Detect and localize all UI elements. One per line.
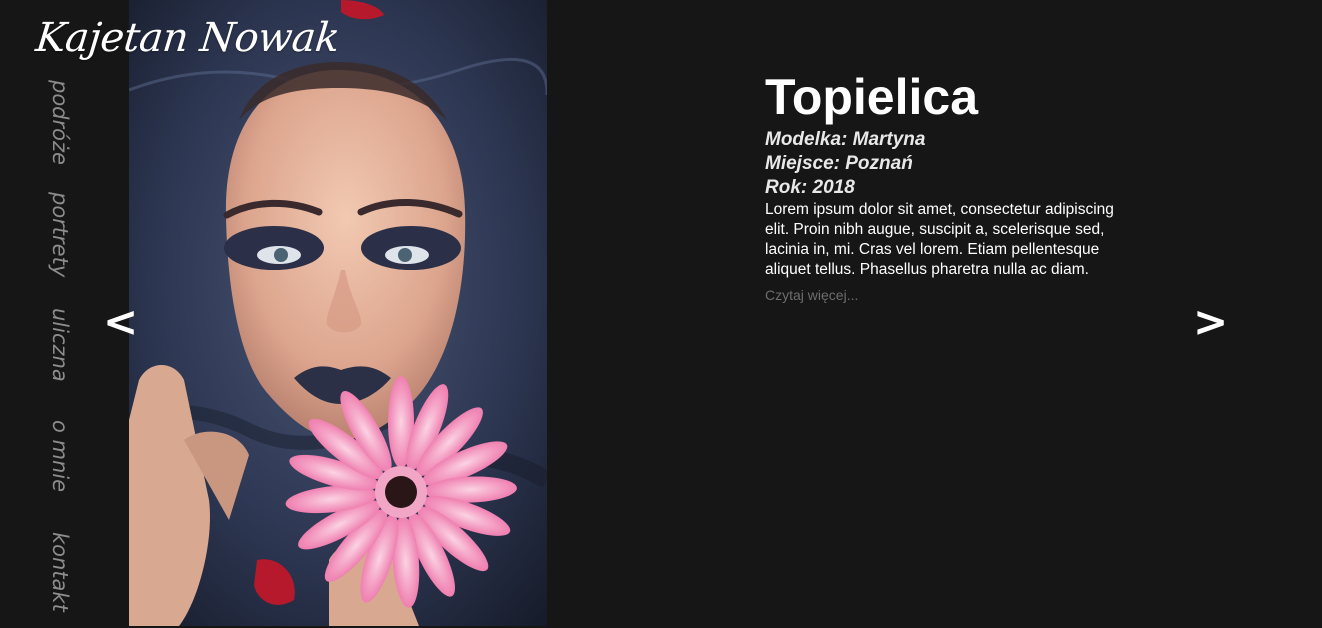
post-description: Lorem ipsum dolor sit amet, consectetur … xyxy=(765,201,1114,278)
post-title: Topielica xyxy=(765,69,979,125)
nav-item-podroze[interactable]: podróże xyxy=(47,80,73,165)
nav-item-kontakt[interactable]: kontakt xyxy=(47,532,73,612)
nav-item-uliczna[interactable]: uliczna xyxy=(47,308,73,382)
prev-arrow-button[interactable]: < xyxy=(103,296,138,348)
nav-item-portrety[interactable]: portrety xyxy=(47,192,73,277)
featured-photo xyxy=(129,0,547,626)
next-arrow-button[interactable]: > xyxy=(1193,296,1228,348)
site-logo[interactable]: Kajetan Nowak xyxy=(33,10,342,66)
portrait-photo-icon xyxy=(129,0,547,626)
post-place: Miejsce: Poznań xyxy=(765,153,913,174)
nav-item-o-mnie[interactable]: o mnie xyxy=(47,420,73,492)
post-content: Topielica Modelka: Martyna Miejsce: Pozn… xyxy=(765,66,1145,304)
post-model: Modelka: Martyna xyxy=(765,129,926,150)
post-year: Rok: 2018 xyxy=(765,177,855,198)
read-more-link[interactable]: Czytaj więcej... xyxy=(765,286,858,304)
